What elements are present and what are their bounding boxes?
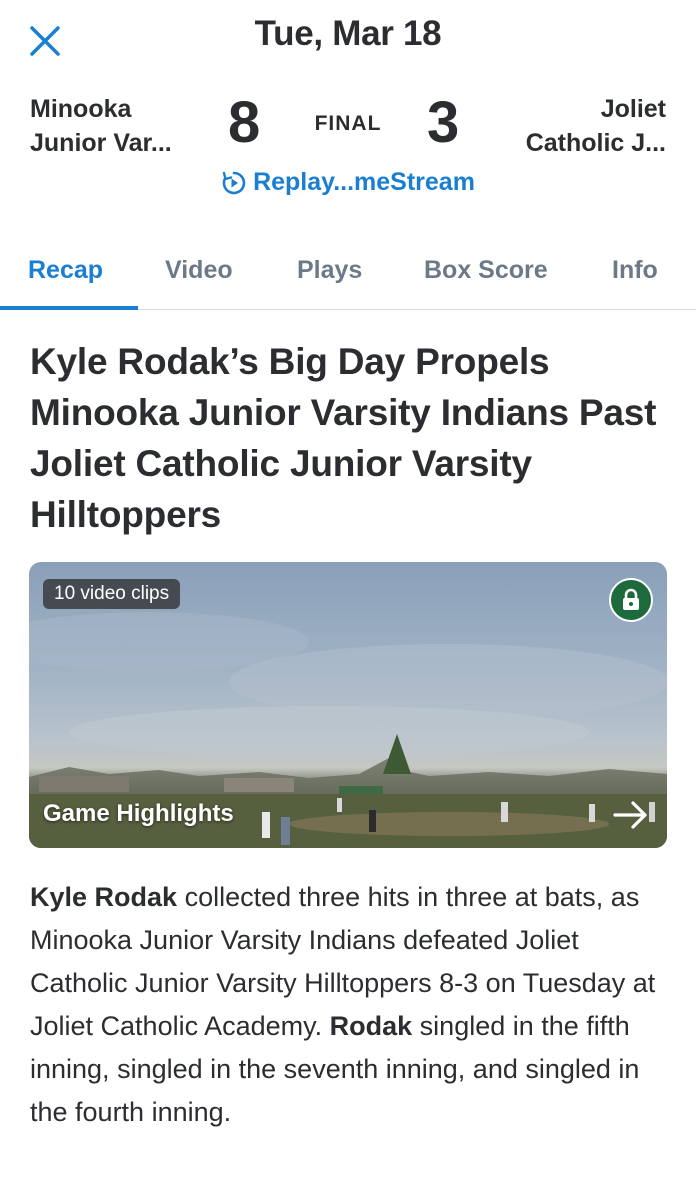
arrow-right-icon [613,801,647,829]
player-name-short: Rodak [329,1011,413,1041]
away-team-name-line1: Joliet [600,95,666,123]
article-body: Kyle Rodak collected three hits in three… [30,876,670,1134]
video-title: Game Highlights [43,800,234,827]
tab-box-score[interactable]: Box Score [424,256,548,285]
video-clips-badge: 10 video clips [43,579,181,609]
tab-plays[interactable]: Plays [297,256,362,285]
player-name: Kyle Rodak [30,882,178,912]
page-title: Tue, Mar 18 [254,14,442,53]
tab-recap[interactable]: Recap [28,256,103,285]
game-recap-screen: Tue, Mar 18 Minooka Junior Var... 8 FINA… [0,0,696,1200]
tab-info[interactable]: Info [612,256,658,285]
tab-bar: Recap Video Plays Box Score Info [0,246,696,310]
away-team-name-line2: Catholic J... [525,129,666,157]
active-tab-indicator [0,306,138,310]
replay-icon [222,171,246,194]
away-team-name[interactable]: Joliet Catholic J... [491,92,666,160]
replay-link[interactable]: Replay...meStream [0,168,696,197]
replay-label: Replay...meStream [253,168,475,196]
game-highlights-video-card[interactable]: 10 video clips Game Highlights [29,562,667,848]
tab-video[interactable]: Video [165,256,233,285]
article-headline: Kyle Rodak’s Big Day Propels Minooka Jun… [30,341,657,535]
lock-icon [609,578,653,622]
away-score: 3 [427,90,460,155]
